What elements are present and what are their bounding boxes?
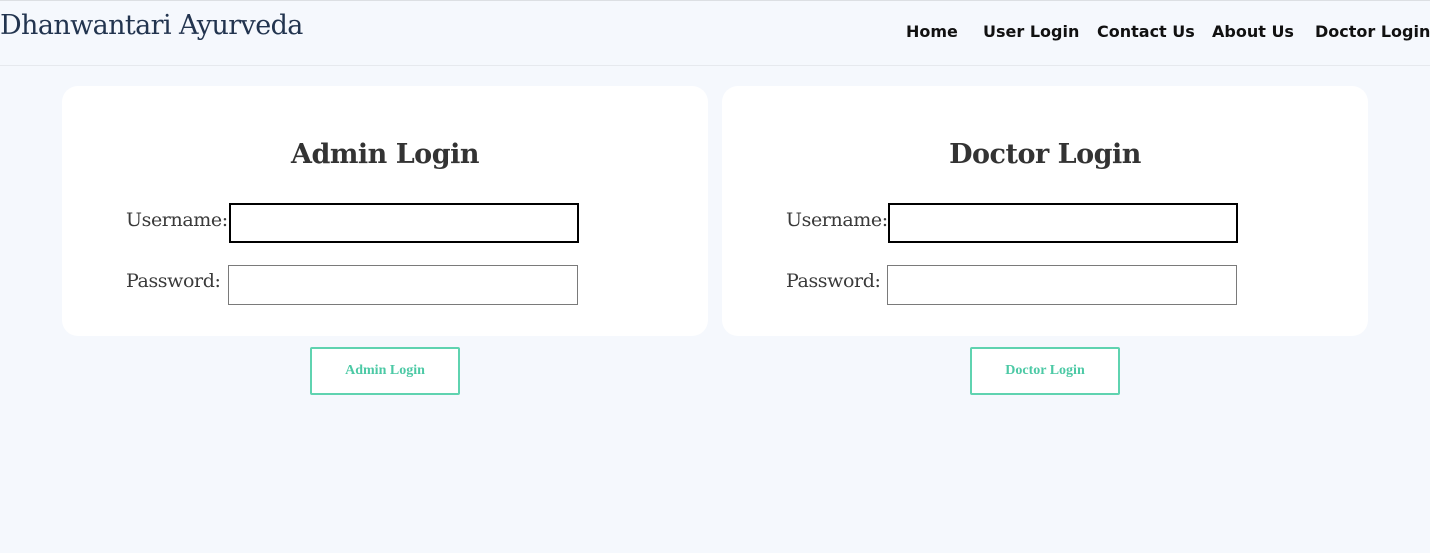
admin-login-title: Admin Login xyxy=(291,139,479,170)
nav-user-login[interactable]: User Login xyxy=(983,22,1079,41)
nav-home[interactable]: Home xyxy=(906,22,958,41)
doctor-login-button[interactable]: Doctor Login xyxy=(970,347,1120,395)
doctor-login-card: Doctor Login Username: Password: xyxy=(722,86,1368,336)
nav-about-us[interactable]: About Us xyxy=(1212,22,1294,41)
admin-login-card: Admin Login Username: Password: xyxy=(62,86,708,336)
main-nav: Home User Login Contact Us About Us Doct… xyxy=(0,1,1430,67)
doctor-username-input[interactable] xyxy=(888,203,1238,243)
admin-username-label: Username: xyxy=(126,209,228,231)
admin-username-input[interactable] xyxy=(229,203,579,243)
top-navbar: Dhanwantari Ayurveda Home User Login Con… xyxy=(0,0,1430,66)
doctor-username-label: Username: xyxy=(786,209,888,231)
admin-login-button[interactable]: Admin Login xyxy=(310,347,460,395)
doctor-login-title: Doctor Login xyxy=(949,139,1141,170)
doctor-password-label: Password: xyxy=(786,270,881,292)
doctor-password-input[interactable] xyxy=(887,265,1237,305)
admin-password-label: Password: xyxy=(126,270,221,292)
nav-contact-us[interactable]: Contact Us xyxy=(1097,22,1195,41)
nav-doctor-login[interactable]: Doctor Login xyxy=(1315,22,1430,41)
admin-password-input[interactable] xyxy=(228,265,578,305)
